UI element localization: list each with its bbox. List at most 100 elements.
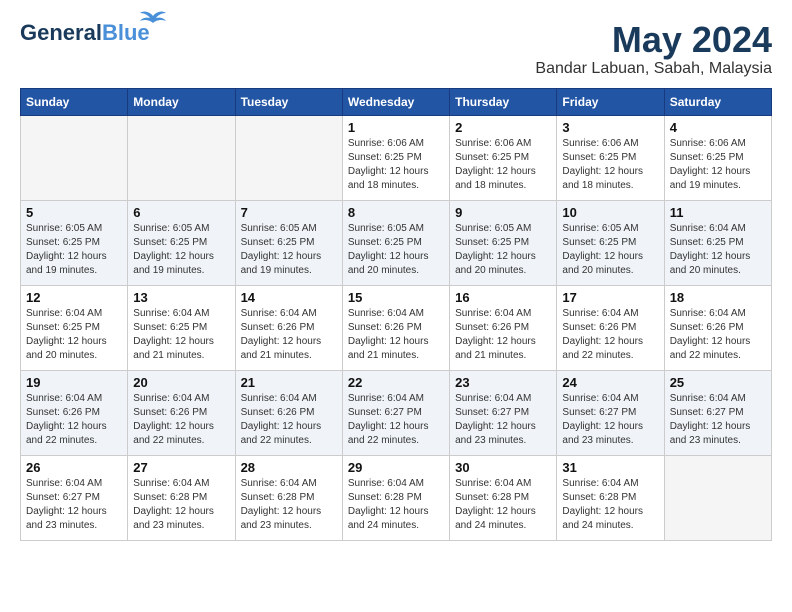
day-number: 24 bbox=[562, 375, 658, 390]
day-info: Sunrise: 6:04 AM Sunset: 6:26 PM Dayligh… bbox=[241, 392, 337, 448]
calendar-day-cell: 24 Sunrise: 6:04 AM Sunset: 6:27 PM Dayli… bbox=[557, 370, 664, 455]
day-info: Sunrise: 6:04 AM Sunset: 6:28 PM Dayligh… bbox=[348, 477, 444, 533]
day-number: 23 bbox=[455, 375, 551, 390]
calendar-day-cell: 12Sunrise: 6:04 AM Sunset: 6:25 PM Dayli… bbox=[21, 285, 128, 370]
calendar-day-cell: 16 Sunrise: 6:04 AM Sunset: 6:26 PM Dayli… bbox=[450, 285, 557, 370]
day-number: 19 bbox=[26, 375, 122, 390]
location: Bandar Labuan, Sabah, Malaysia bbox=[535, 60, 772, 78]
calendar-day-cell bbox=[664, 455, 771, 540]
calendar-day-cell: 11 Sunrise: 6:04 AM Sunset: 6:25 PM Dayli… bbox=[664, 200, 771, 285]
day-number: 16 bbox=[455, 290, 551, 305]
day-number: 18 bbox=[670, 290, 766, 305]
day-info: Sunrise: 6:06 AM Sunset: 6:25 PM Dayligh… bbox=[670, 137, 766, 193]
calendar-day-cell: 27 Sunrise: 6:04 AM Sunset: 6:28 PM Dayli… bbox=[128, 455, 235, 540]
calendar-day-cell: 20 Sunrise: 6:04 AM Sunset: 6:26 PM Dayli… bbox=[128, 370, 235, 455]
calendar-day-cell: 7 Sunrise: 6:05 AM Sunset: 6:25 PM Daylig… bbox=[235, 200, 342, 285]
day-number: 4 bbox=[670, 120, 766, 135]
calendar-week-row: 5 Sunrise: 6:05 AM Sunset: 6:25 PM Daylig… bbox=[21, 200, 772, 285]
day-info: Sunrise: 6:04 AM Sunset: 6:27 PM Dayligh… bbox=[348, 392, 444, 448]
page-header: GeneralBlue May 2024 Bandar Labuan, Saba… bbox=[20, 20, 772, 78]
day-info: Sunrise: 6:04 AM Sunset: 6:25 PM Dayligh… bbox=[670, 222, 766, 278]
calendar-day-cell: 14 Sunrise: 6:04 AM Sunset: 6:26 PM Dayli… bbox=[235, 285, 342, 370]
calendar-day-cell: 6 Sunrise: 6:05 AM Sunset: 6:25 PM Daylig… bbox=[128, 200, 235, 285]
calendar-day-cell: 25Sunrise: 6:04 AM Sunset: 6:27 PM Dayli… bbox=[664, 370, 771, 455]
day-info: Sunrise: 6:05 AM Sunset: 6:25 PM Dayligh… bbox=[26, 222, 122, 278]
day-number: 2 bbox=[455, 120, 551, 135]
day-number: 3 bbox=[562, 120, 658, 135]
calendar-day-cell: 31Sunrise: 6:04 AM Sunset: 6:28 PM Dayli… bbox=[557, 455, 664, 540]
day-info: Sunrise: 6:04 AM Sunset: 6:27 PM Dayligh… bbox=[26, 477, 122, 533]
calendar-day-cell: 2 Sunrise: 6:06 AM Sunset: 6:25 PM Daylig… bbox=[450, 115, 557, 200]
calendar-day-cell: 21 Sunrise: 6:04 AM Sunset: 6:26 PM Dayli… bbox=[235, 370, 342, 455]
calendar-day-cell: 3Sunrise: 6:06 AM Sunset: 6:25 PM Daylig… bbox=[557, 115, 664, 200]
day-info: Sunrise: 6:04 AM Sunset: 6:28 PM Dayligh… bbox=[562, 477, 658, 533]
day-info: Sunrise: 6:04 AM Sunset: 6:26 PM Dayligh… bbox=[455, 307, 551, 363]
calendar-header-row: SundayMondayTuesdayWednesdayThursdayFrid… bbox=[21, 88, 772, 115]
day-number: 26 bbox=[26, 460, 122, 475]
weekday-header-saturday: Saturday bbox=[664, 88, 771, 115]
day-number: 29 bbox=[348, 460, 444, 475]
day-info: Sunrise: 6:05 AM Sunset: 6:25 PM Dayligh… bbox=[241, 222, 337, 278]
day-number: 11 bbox=[670, 205, 766, 220]
calendar-day-cell: 5 Sunrise: 6:05 AM Sunset: 6:25 PM Daylig… bbox=[21, 200, 128, 285]
day-info: Sunrise: 6:06 AM Sunset: 6:25 PM Dayligh… bbox=[348, 137, 444, 193]
day-number: 21 bbox=[241, 375, 337, 390]
calendar-day-cell: 13Sunrise: 6:04 AM Sunset: 6:25 PM Dayli… bbox=[128, 285, 235, 370]
day-info: Sunrise: 6:05 AM Sunset: 6:25 PM Dayligh… bbox=[562, 222, 658, 278]
day-info: Sunrise: 6:06 AM Sunset: 6:25 PM Dayligh… bbox=[455, 137, 551, 193]
month-title: May 2024 bbox=[535, 20, 772, 60]
day-info: Sunrise: 6:05 AM Sunset: 6:25 PM Dayligh… bbox=[133, 222, 229, 278]
calendar-table: SundayMondayTuesdayWednesdayThursdayFrid… bbox=[20, 88, 772, 541]
weekday-header-wednesday: Wednesday bbox=[342, 88, 449, 115]
day-number: 28 bbox=[241, 460, 337, 475]
day-info: Sunrise: 6:04 AM Sunset: 6:26 PM Dayligh… bbox=[562, 307, 658, 363]
day-number: 20 bbox=[133, 375, 229, 390]
calendar-day-cell: 18 Sunrise: 6:04 AM Sunset: 6:26 PM Dayli… bbox=[664, 285, 771, 370]
day-number: 14 bbox=[241, 290, 337, 305]
day-info: Sunrise: 6:04 AM Sunset: 6:27 PM Dayligh… bbox=[562, 392, 658, 448]
calendar-day-cell: 17 Sunrise: 6:04 AM Sunset: 6:26 PM Dayli… bbox=[557, 285, 664, 370]
logo-general: General bbox=[20, 20, 102, 45]
calendar-day-cell: 1 Sunrise: 6:06 AM Sunset: 6:25 PM Daylig… bbox=[342, 115, 449, 200]
weekday-header-monday: Monday bbox=[128, 88, 235, 115]
calendar-week-row: 26 Sunrise: 6:04 AM Sunset: 6:27 PM Dayli… bbox=[21, 455, 772, 540]
calendar-day-cell: 10Sunrise: 6:05 AM Sunset: 6:25 PM Dayli… bbox=[557, 200, 664, 285]
calendar-day-cell: 28Sunrise: 6:04 AM Sunset: 6:28 PM Dayli… bbox=[235, 455, 342, 540]
day-number: 7 bbox=[241, 205, 337, 220]
weekday-header-thursday: Thursday bbox=[450, 88, 557, 115]
calendar-week-row: 19 Sunrise: 6:04 AM Sunset: 6:26 PM Dayli… bbox=[21, 370, 772, 455]
logo-bird-icon bbox=[138, 8, 168, 30]
day-number: 15 bbox=[348, 290, 444, 305]
day-info: Sunrise: 6:04 AM Sunset: 6:25 PM Dayligh… bbox=[26, 307, 122, 363]
day-info: Sunrise: 6:04 AM Sunset: 6:25 PM Dayligh… bbox=[133, 307, 229, 363]
day-info: Sunrise: 6:04 AM Sunset: 6:26 PM Dayligh… bbox=[670, 307, 766, 363]
logo: GeneralBlue bbox=[20, 20, 150, 46]
day-info: Sunrise: 6:04 AM Sunset: 6:27 PM Dayligh… bbox=[670, 392, 766, 448]
day-info: Sunrise: 6:04 AM Sunset: 6:28 PM Dayligh… bbox=[133, 477, 229, 533]
calendar-day-cell: 8 Sunrise: 6:05 AM Sunset: 6:25 PM Daylig… bbox=[342, 200, 449, 285]
calendar-day-cell: 23Sunrise: 6:04 AM Sunset: 6:27 PM Dayli… bbox=[450, 370, 557, 455]
calendar-day-cell bbox=[235, 115, 342, 200]
calendar-day-cell: 4 Sunrise: 6:06 AM Sunset: 6:25 PM Daylig… bbox=[664, 115, 771, 200]
calendar-day-cell: 29 Sunrise: 6:04 AM Sunset: 6:28 PM Dayli… bbox=[342, 455, 449, 540]
weekday-header-sunday: Sunday bbox=[21, 88, 128, 115]
calendar-week-row: 1 Sunrise: 6:06 AM Sunset: 6:25 PM Daylig… bbox=[21, 115, 772, 200]
day-info: Sunrise: 6:04 AM Sunset: 6:26 PM Dayligh… bbox=[133, 392, 229, 448]
day-info: Sunrise: 6:05 AM Sunset: 6:25 PM Dayligh… bbox=[348, 222, 444, 278]
day-number: 1 bbox=[348, 120, 444, 135]
day-number: 17 bbox=[562, 290, 658, 305]
calendar-day-cell: 19 Sunrise: 6:04 AM Sunset: 6:26 PM Dayli… bbox=[21, 370, 128, 455]
calendar-day-cell: 22 Sunrise: 6:04 AM Sunset: 6:27 PM Dayli… bbox=[342, 370, 449, 455]
day-info: Sunrise: 6:04 AM Sunset: 6:26 PM Dayligh… bbox=[241, 307, 337, 363]
day-info: Sunrise: 6:04 AM Sunset: 6:26 PM Dayligh… bbox=[26, 392, 122, 448]
day-number: 6 bbox=[133, 205, 229, 220]
calendar-day-cell: 15Sunrise: 6:04 AM Sunset: 6:26 PM Dayli… bbox=[342, 285, 449, 370]
day-number: 8 bbox=[348, 205, 444, 220]
calendar-day-cell: 30Sunrise: 6:04 AM Sunset: 6:28 PM Dayli… bbox=[450, 455, 557, 540]
calendar-day-cell bbox=[128, 115, 235, 200]
day-number: 27 bbox=[133, 460, 229, 475]
weekday-header-friday: Friday bbox=[557, 88, 664, 115]
day-info: Sunrise: 6:04 AM Sunset: 6:28 PM Dayligh… bbox=[455, 477, 551, 533]
day-number: 22 bbox=[348, 375, 444, 390]
day-number: 5 bbox=[26, 205, 122, 220]
